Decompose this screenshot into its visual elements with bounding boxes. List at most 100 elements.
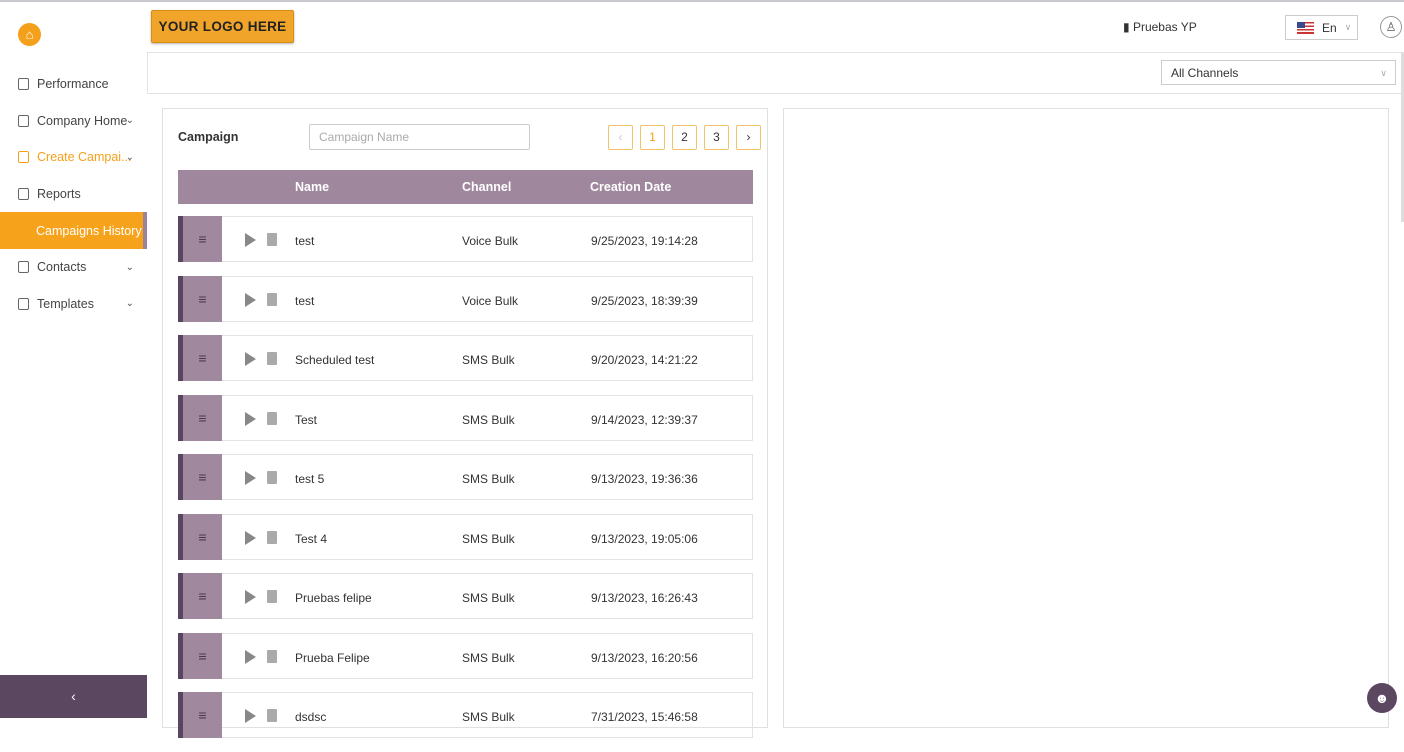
campaign-channel: SMS Bulk (462, 710, 515, 724)
table-row[interactable]: ≡ dsdsc SMS Bulk 7/31/2023, 15:46:58 (178, 692, 753, 738)
prev-page-button[interactable]: ‹ (608, 125, 633, 150)
table-row[interactable]: ≡ Test 4 SMS Bulk 9/13/2023, 19:05:06 (178, 513, 753, 560)
campaign-channel: Voice Bulk (462, 234, 519, 248)
user-icon[interactable]: ♙ (1380, 16, 1402, 38)
campaign-label: Campaign (178, 130, 239, 144)
next-page-button[interactable]: › (736, 125, 761, 150)
campaign-name: Pruebas felipe (295, 591, 372, 605)
table-row[interactable]: ≡ Test SMS Bulk 9/14/2023, 12:39:37 (178, 394, 753, 441)
campaign-name: Scheduled test (295, 353, 375, 367)
campaign-name-input[interactable] (309, 124, 530, 150)
report-icon (18, 188, 29, 201)
menu-icon[interactable]: ≡ (178, 513, 222, 560)
table-row[interactable]: ≡ test 5 SMS Bulk 9/13/2023, 19:36:36 (178, 454, 753, 500)
report-file-icon[interactable] (267, 233, 277, 246)
campaign-channel: SMS Bulk (462, 531, 515, 546)
report-file-icon[interactable] (267, 411, 277, 425)
play-icon[interactable] (245, 649, 256, 664)
robot-icon: ☻ (1374, 690, 1390, 706)
sidebar-item-templates[interactable]: Templates ⌄ (0, 286, 147, 323)
sidebar-item-label: Create Campai... (37, 150, 132, 165)
menu-icon[interactable]: ≡ (178, 573, 222, 619)
sidebar-item-reports[interactable]: Reports (0, 176, 147, 213)
table-row[interactable]: ≡ Scheduled test SMS Bulk 9/20/2023, 14:21:… (178, 335, 753, 381)
sidebar-item-label: Reports (37, 187, 81, 202)
chevron-down-icon: ⌄ (125, 261, 134, 273)
sidebar-nav: Performance Company Home ⌄ Create Campai.… (0, 66, 147, 322)
menu-icon[interactable]: ≡ (178, 394, 222, 441)
report-file-icon[interactable] (267, 471, 277, 484)
campaign-date: 9/13/2023, 19:36:36 (591, 472, 698, 486)
campaign-list-panel: Campaign ‹ 1 2 3 › Name Channel Creation… (162, 108, 768, 738)
channel-select[interactable]: All Channels ∨ (1161, 60, 1396, 85)
sidebar-item-performance[interactable]: Performance (0, 66, 147, 103)
campaign-name: Prueba Felipe (295, 650, 370, 665)
report-file-icon[interactable] (267, 649, 277, 663)
chevron-down-icon: ⌄ (125, 115, 134, 127)
store-icon (18, 297, 29, 310)
sidebar-item-label: Company Home (37, 113, 128, 128)
menu-icon[interactable]: ≡ (178, 454, 222, 500)
language-select[interactable]: En ∨ (1285, 15, 1358, 40)
chatbot-button[interactable]: ☻ (1367, 683, 1397, 713)
sidebar-item-company-home[interactable]: Company Home ⌄ (0, 103, 147, 140)
store-icon (18, 151, 29, 164)
campaign-channel: Voice Bulk (462, 293, 519, 308)
play-icon[interactable] (245, 471, 256, 485)
sidebar: ⌂ Performance Company Home ⌄ Create Campa… (0, 2, 147, 718)
play-icon[interactable] (245, 709, 256, 723)
campaign-channel: SMS Bulk (462, 650, 515, 665)
building-icon: ▮ (1123, 20, 1130, 34)
play-icon[interactable] (245, 530, 256, 545)
table-row[interactable]: ≡ Pruebas felipe SMS Bulk 9/13/2023, 16:26:… (178, 573, 753, 619)
chevron-left-icon: ‹ (71, 688, 76, 704)
campaign-name: test (295, 293, 315, 308)
sidebar-item-create-campaign[interactable]: Create Campai... ⌄ (0, 139, 147, 176)
sidebar-item-campaigns-history[interactable]: Campaigns History (0, 212, 147, 249)
campaign-date: 9/20/2023, 14:21:22 (591, 353, 698, 367)
page-3-button[interactable]: 3 (704, 125, 729, 150)
collapse-sidebar-button[interactable]: ‹ (0, 675, 147, 718)
play-icon[interactable] (245, 352, 256, 366)
pagination: ‹ 1 2 3 › (608, 125, 761, 150)
campaign-date: 7/31/2023, 15:46:58 (591, 710, 698, 724)
campaign-channel: SMS Bulk (462, 353, 515, 367)
report-file-icon[interactable] (267, 352, 277, 365)
campaign-name: test 5 (295, 472, 325, 486)
menu-icon[interactable]: ≡ (178, 692, 222, 738)
campaign-date: 9/25/2023, 18:39:39 (591, 293, 698, 308)
page-1-button[interactable]: 1 (640, 125, 665, 150)
play-icon[interactable] (245, 292, 256, 307)
company-label: Pruebas YP (1132, 20, 1197, 34)
campaign-date: 9/14/2023, 12:39:37 (591, 412, 698, 427)
menu-icon[interactable]: ≡ (178, 632, 222, 679)
play-icon[interactable] (245, 233, 256, 247)
report-file-icon[interactable] (267, 590, 277, 603)
play-icon[interactable] (245, 411, 256, 426)
menu-icon[interactable]: ≡ (178, 335, 222, 381)
campaign-date: 9/13/2023, 16:20:56 (591, 650, 698, 665)
page-2-button[interactable]: 2 (672, 125, 697, 150)
table-row[interactable]: ≡ test Voice Bulk 9/25/2023, 18:39:39 (178, 275, 753, 322)
campaign-date: 9/13/2023, 16:26:43 (591, 591, 698, 605)
sidebar-item-contacts[interactable]: Contacts ⌄ (0, 249, 147, 286)
channel-select-value: All Channels (1171, 66, 1239, 80)
sidebar-item-label: Contacts (37, 260, 87, 275)
table-row[interactable]: ≡ Prueba Felipe SMS Bulk 9/13/2023, 16:20:5… (178, 632, 753, 679)
play-icon[interactable] (245, 590, 256, 604)
campaign-name: Test 4 (295, 531, 328, 546)
company-name: ▮ Pruebas YP (1123, 20, 1197, 34)
campaign-channel: SMS Bulk (462, 591, 515, 605)
language-label: En (1322, 20, 1337, 35)
menu-icon[interactable]: ≡ (178, 216, 222, 262)
campaign-date: 9/25/2023, 19:14:28 (591, 234, 698, 248)
report-file-icon[interactable] (267, 530, 277, 544)
campaign-name: test (295, 234, 315, 248)
menu-icon[interactable]: ≡ (178, 275, 222, 322)
us-flag-icon (1297, 21, 1314, 34)
store-icon (18, 114, 29, 127)
home-icon[interactable]: ⌂ (18, 23, 41, 46)
campaign-name: Test (295, 412, 318, 427)
report-file-icon[interactable] (267, 292, 277, 306)
table-row[interactable]: ≡ test Voice Bulk 9/25/2023, 19:14:28 (178, 216, 753, 262)
